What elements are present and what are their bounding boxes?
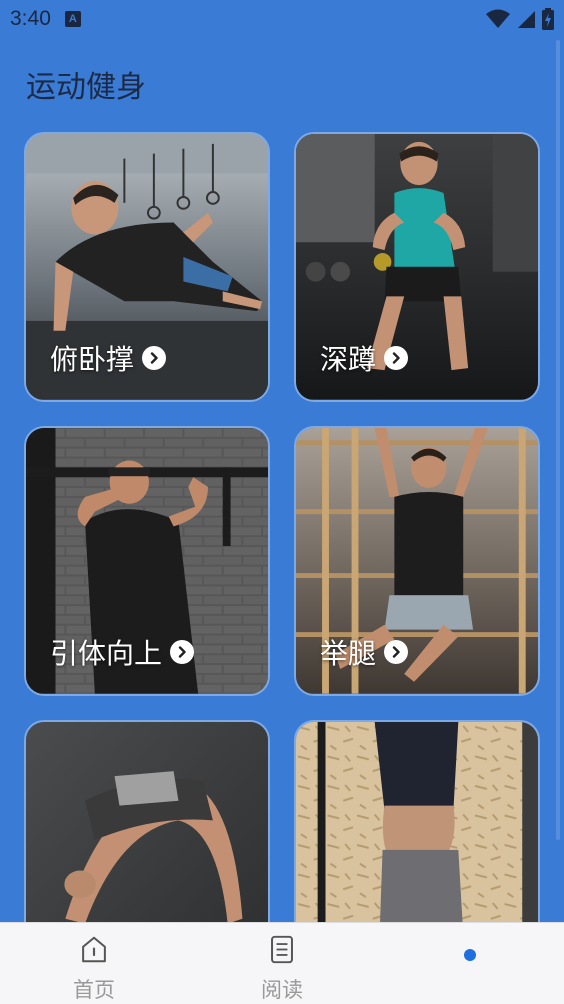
exercise-card-pullup[interactable]: 引体向上 [24,426,270,696]
document-icon [271,935,293,964]
bottom-navigation: 首页 阅读 [0,922,564,1004]
nav-item-active[interactable] [376,923,564,1004]
exercise-grid: 俯卧撑 深蹲 引体向上 举腿 [24,132,540,990]
card-title: 深蹲 [320,343,377,376]
status-bar: 3:40 A [0,0,564,38]
chevron-right-icon [142,346,167,370]
card-label: 深蹲 [320,338,409,378]
wifi-icon [486,9,510,28]
card-label: 举腿 [320,632,409,672]
status-icons [486,8,554,30]
nav-item-read[interactable]: 阅读 [188,923,376,1004]
exercise-card-squat[interactable]: 深蹲 [294,132,540,402]
card-label: 引体向上 [50,632,195,672]
card-label: 俯卧撑 [50,338,167,378]
nav-label-home: 首页 [73,978,115,1002]
nav-label-read: 阅读 [261,978,303,1002]
active-indicator-dot [464,949,476,961]
chevron-right-icon [384,640,409,664]
exercise-card-pushup[interactable]: 俯卧撑 [24,132,270,402]
home-icon [82,936,106,963]
scrollbar[interactable] [556,40,560,840]
exercise-card-leg-raise[interactable]: 举腿 [294,426,540,696]
card-title: 引体向上 [50,637,163,670]
nav-item-home[interactable]: 首页 [0,923,188,1004]
cellular-signal-icon [518,11,535,28]
notification-badge-icon: A [64,11,81,27]
status-time: 3:40 [10,7,51,30]
battery-icon [542,8,554,30]
card-title: 俯卧撑 [50,343,135,376]
chevron-right-icon [170,640,195,664]
chevron-right-icon [384,346,409,370]
card-title: 举腿 [320,637,377,670]
page-title: 运动健身 [26,70,146,105]
